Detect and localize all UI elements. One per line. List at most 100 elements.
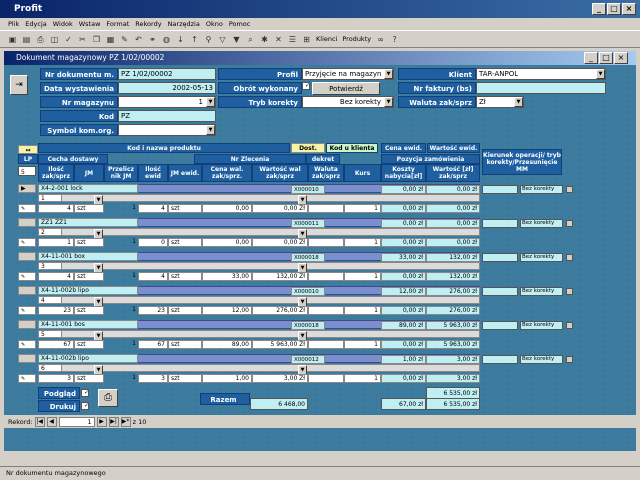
menu-plik[interactable]: Plik (8, 18, 19, 30)
apply-filter-icon[interactable]: ▼ (230, 33, 243, 46)
ilosc-field[interactable]: 1 (38, 238, 74, 247)
kurs-field[interactable]: 1 (344, 306, 381, 315)
obrot-checkbox[interactable]: ✓ (302, 82, 310, 90)
tryb-row-select[interactable]: Bez korekty (520, 355, 563, 364)
menu-widok[interactable]: Widok (53, 18, 73, 30)
row-selector[interactable] (18, 218, 36, 227)
dekret-field[interactable]: X000010 (291, 287, 325, 296)
kurs-field[interactable]: 1 (344, 340, 381, 349)
kod-field[interactable]: PZ (118, 110, 216, 122)
data-wystawienia-field[interactable]: 2002-05-13 (118, 82, 216, 94)
preview-icon[interactable]: ◫ (48, 33, 61, 46)
product-code[interactable]: X4-2-001 lock (38, 184, 138, 193)
kierunek-select[interactable] (482, 287, 518, 296)
undo-icon[interactable]: ↶ (132, 33, 145, 46)
ilosc-ewid-field[interactable]: 4 (138, 204, 168, 213)
binoculars-icon[interactable]: ∞ (374, 33, 387, 46)
delete-record-icon[interactable]: ✕ (272, 33, 285, 46)
tryb-row-select[interactable]: Bez korekty (520, 253, 563, 262)
row-edit-icon[interactable]: ✎ (18, 340, 36, 349)
waluta-select[interactable] (308, 272, 344, 281)
nr-faktury-field[interactable] (476, 82, 606, 94)
potwierdz-button[interactable]: Potwierdź (312, 82, 380, 95)
ilosc-field[interactable]: 4 (38, 272, 74, 281)
print-icon[interactable]: ⎙ (98, 389, 118, 407)
help-icon[interactable]: ? (388, 33, 401, 46)
kurs-field[interactable]: 1 (344, 374, 381, 383)
cut-icon[interactable]: ✂ (76, 33, 89, 46)
row-selector[interactable] (18, 252, 36, 261)
row-selector[interactable] (18, 320, 36, 329)
cena-wal-field[interactable]: 1,00 (202, 374, 252, 383)
next-record-icon[interactable]: ▶ (96, 416, 107, 427)
row-edit-icon[interactable]: ✎ (18, 272, 36, 281)
jm-select[interactable]: szt (74, 340, 104, 349)
close-button[interactable]: × (622, 3, 636, 15)
klienci-button[interactable]: Klienci (314, 33, 339, 46)
kierunek-select[interactable] (482, 355, 518, 364)
spell-icon[interactable]: ✓ (62, 33, 75, 46)
product-code[interactable]: X4-11-001 box (38, 252, 138, 261)
sort-asc-icon[interactable]: ↓ (174, 33, 187, 46)
copy-icon[interactable]: ❐ (90, 33, 103, 46)
cena-wal-field[interactable]: 33,00 (202, 272, 252, 281)
mm-toggle-icon[interactable] (566, 356, 573, 363)
row-edit-icon[interactable]: ✎ (18, 374, 36, 383)
menu-edycja[interactable]: Edycja (25, 18, 46, 30)
ilosc-field[interactable]: 3 (38, 374, 74, 383)
jm-ewid-select[interactable]: szt (168, 272, 202, 281)
row-edit-icon[interactable]: ✎ (18, 238, 36, 247)
jm-select[interactable]: szt (74, 374, 104, 383)
sort-desc-icon[interactable]: ↑ (188, 33, 201, 46)
add-row-icon[interactable]: ↔ (18, 145, 38, 154)
klient-select[interactable]: TAR-ANPOL (476, 68, 606, 80)
dekret-field[interactable]: X000018 (291, 253, 325, 262)
mm-toggle-icon[interactable] (566, 220, 573, 227)
properties-icon[interactable]: ☰ (286, 33, 299, 46)
profil-chevron-down-icon[interactable]: ▼ (384, 69, 393, 79)
koszty-field[interactable]: 0,00 zł (381, 272, 426, 281)
koszty-field[interactable]: 0,00 zł (381, 374, 426, 383)
menu-format[interactable]: Format (106, 18, 129, 30)
ilosc-field[interactable]: 4 (38, 204, 74, 213)
doc-minimize-button[interactable]: _ (584, 52, 598, 64)
menu-wstaw[interactable]: Wstaw (79, 18, 101, 30)
product-code[interactable]: X4-11-002b lipo (38, 354, 138, 363)
koszty-field[interactable]: 0,00 zł (381, 306, 426, 315)
kurs-field[interactable]: 1 (344, 238, 381, 247)
dekret-field[interactable]: X000011 (291, 219, 325, 228)
waluta-select[interactable] (308, 204, 344, 213)
last-record-icon[interactable]: ▶| (108, 416, 119, 427)
mm-toggle-icon[interactable] (566, 322, 573, 329)
jm-select[interactable]: szt (74, 238, 104, 247)
row-selector[interactable]: ▶ (18, 184, 36, 193)
filter-form-icon[interactable]: ▽ (216, 33, 229, 46)
mm-toggle-icon[interactable] (566, 186, 573, 193)
ilosc-ewid-field[interactable]: 67 (138, 340, 168, 349)
cena-wal-field[interactable]: 0,00 (202, 238, 252, 247)
jm-ewid-select[interactable]: szt (168, 204, 202, 213)
ilosc-ewid-field[interactable]: 4 (138, 272, 168, 281)
tryb-chevron-down-icon[interactable]: ▼ (384, 97, 393, 107)
cena-wal-field[interactable]: 12,00 (202, 306, 252, 315)
jm-select[interactable]: szt (74, 204, 104, 213)
mm-toggle-icon[interactable] (566, 254, 573, 261)
kierunek-select[interactable] (482, 185, 518, 194)
drukuj-checkbox[interactable]: ✓ (81, 402, 89, 410)
waluta-select[interactable] (308, 374, 344, 383)
filter-icon[interactable]: ⚲ (202, 33, 215, 46)
waluta-chevron-down-icon[interactable]: ▼ (514, 97, 523, 107)
ilosc-ewid-field[interactable]: 0 (138, 238, 168, 247)
waluta-select[interactable] (308, 306, 344, 315)
product-code[interactable]: X4-11-001 bos (38, 320, 138, 329)
jm-ewid-select[interactable]: szt (168, 306, 202, 315)
kurs-field[interactable]: 1 (344, 272, 381, 281)
doc-close-button[interactable]: × (614, 52, 628, 64)
produkty-button[interactable]: Produkty (340, 33, 373, 46)
row-selector[interactable] (18, 354, 36, 363)
koszty-field[interactable]: 0,00 zł (381, 340, 426, 349)
print-icon[interactable]: ⎙ (34, 33, 47, 46)
lp-select[interactable]: 5 (18, 166, 36, 176)
kierunek-select[interactable] (482, 219, 518, 228)
symbol-chevron-down-icon[interactable]: ▼ (206, 125, 215, 135)
